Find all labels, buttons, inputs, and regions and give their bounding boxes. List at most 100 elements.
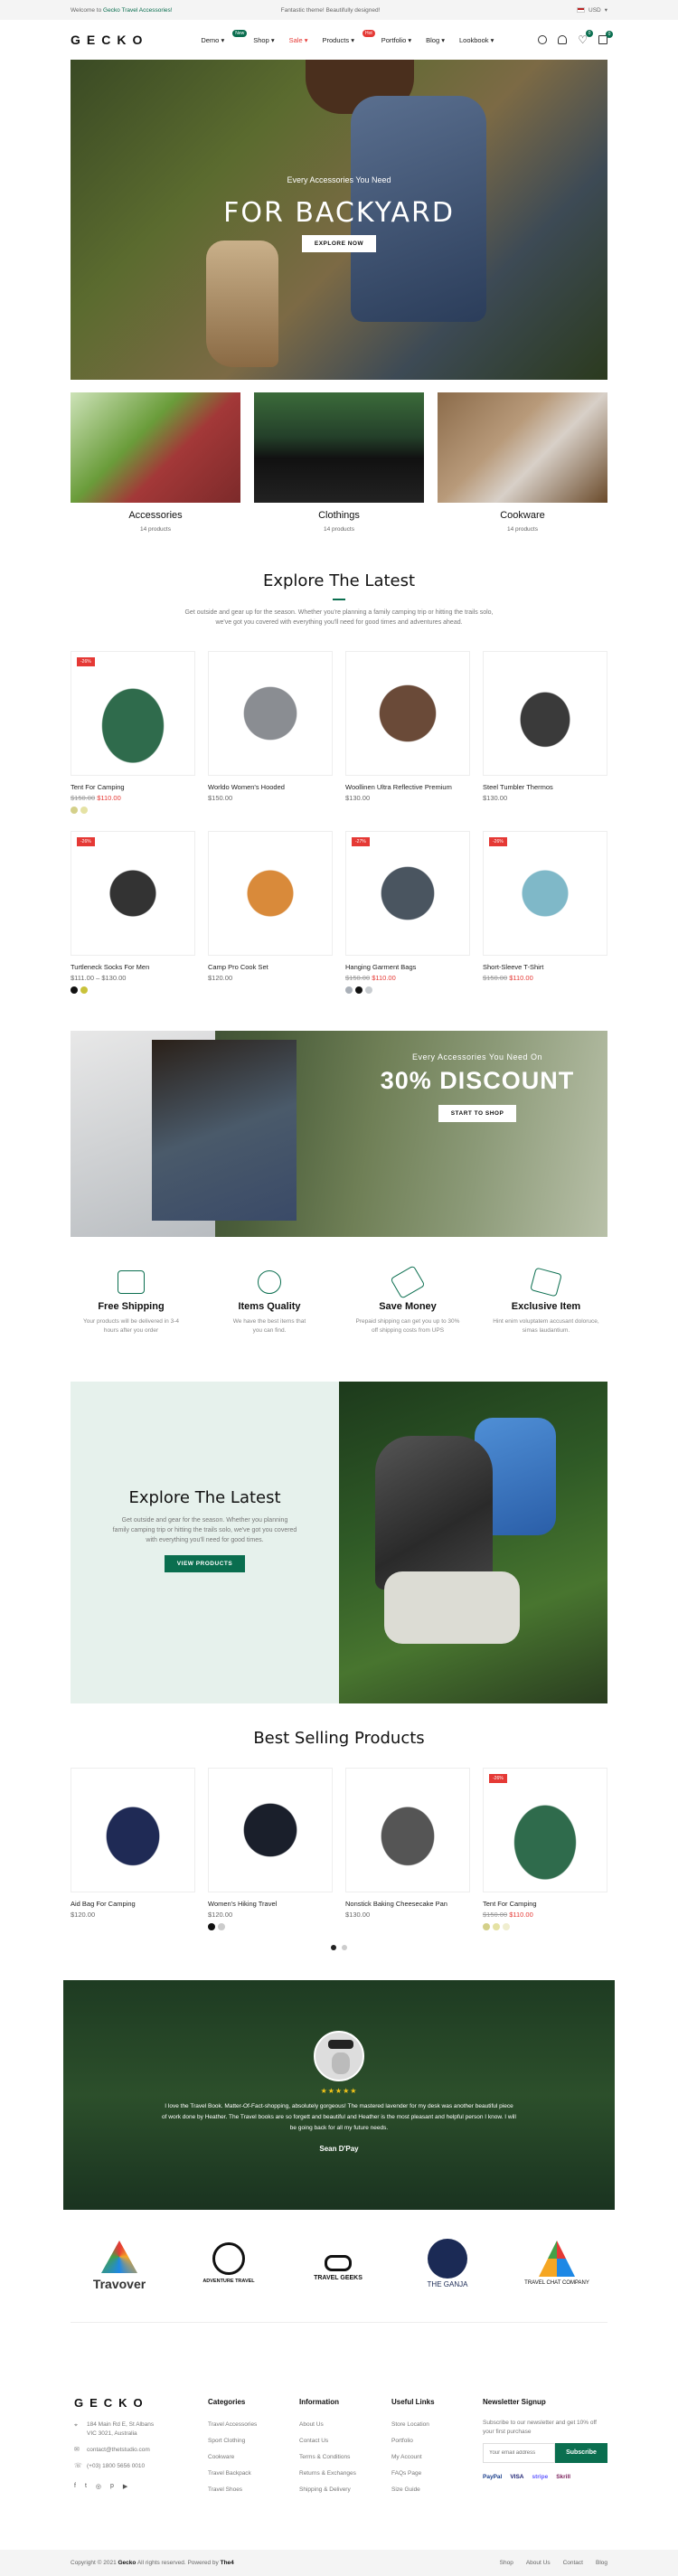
color-swatch[interactable] [71,807,78,814]
user-icon[interactable] [558,35,568,44]
facebook-icon[interactable]: f [74,2483,76,2490]
search-icon[interactable] [538,35,548,44]
product-image[interactable] [208,651,333,776]
instagram-icon[interactable]: ◎ [96,2483,101,2490]
sale-badge: -26% [77,837,95,846]
start-to-shop-button[interactable]: START TO SHOP [438,1105,517,1122]
product-image[interactable]: -27% [345,831,470,956]
footer-link[interactable]: Travel Shoes [208,2486,242,2493]
footer-phone[interactable]: (+03) 1800 5656 0010 [87,2463,145,2469]
footer-link[interactable]: Contact Us [299,2438,328,2444]
footer-link[interactable]: About Us [299,2421,324,2428]
footer-link[interactable]: Returns & Exchanges [299,2470,356,2477]
product-image[interactable] [345,651,470,776]
nav-item-products[interactable]: Products ▾Hot [323,29,375,44]
feature-items-quality: Items Quality We have the best items that… [202,1270,337,1335]
product-name[interactable]: Women's Hiking Travel [208,1900,333,1908]
product-image[interactable]: -26% [71,831,195,956]
nav-item-lookbook[interactable]: Lookbook ▾ [459,36,494,44]
product-name[interactable]: Short-Sleeve T-Shirt [483,963,607,971]
newsletter-email-input[interactable] [483,2443,555,2463]
brand-logo-the-ganja[interactable]: THE GANJA [402,2239,493,2302]
nav-item-shop[interactable]: Shop ▾ [253,36,274,44]
product-name[interactable]: Camp Pro Cook Set [208,963,333,971]
footer-nav-shop[interactable]: Shop [500,2560,513,2566]
footer-logo[interactable]: GECKO [74,2396,149,2410]
nav-item-sale[interactable]: Sale ▾ [289,36,308,44]
brand-logo-travover[interactable]: Travover [74,2239,165,2302]
footer-email[interactable]: contact@thetstudio.com [87,2447,150,2453]
quality-icon [258,1270,281,1294]
subscribe-button[interactable]: Subscribe [555,2443,607,2463]
product-image[interactable]: -26% [483,1768,607,1892]
color-swatch[interactable] [365,986,372,994]
product-image[interactable]: -26% [71,651,195,776]
category-image-accessories[interactable] [71,392,240,503]
product-name[interactable]: Hanging Garment Bags [345,963,470,971]
brand-logo-travel-chat-company[interactable]: TRAVEL CHAT COMPANY [512,2239,602,2302]
product-image[interactable] [483,651,607,776]
product-image[interactable] [208,1768,333,1892]
footer-link[interactable]: Portfolio [391,2438,413,2444]
footer-nav-about[interactable]: About Us [526,2560,551,2566]
color-swatch[interactable] [483,1923,490,1930]
nav-item-demo[interactable]: Demo ▾New [201,29,248,44]
product-name[interactable]: Tent For Camping [71,783,195,791]
brand-logo-adventure-travel[interactable]: ADVENTURE TRAVEL [184,2239,274,2302]
color-swatch[interactable] [80,986,88,994]
color-swatch[interactable] [355,986,363,994]
footer-link[interactable]: FAQs Page [391,2470,421,2477]
footer-link[interactable]: Store Location [391,2421,429,2428]
header: GECKO Demo ▾New Shop ▾ Sale ▾ Products ▾… [0,20,678,60]
currency-select[interactable]: USD ▾ [577,6,607,14]
color-swatch[interactable] [218,1923,225,1930]
carousel-dot-active[interactable] [331,1945,336,1950]
product-name[interactable]: Nonstick Baking Cheesecake Pan [345,1900,470,1908]
product-name[interactable]: Tent For Camping [483,1900,607,1908]
product-image[interactable] [71,1768,195,1892]
color-swatch[interactable] [503,1923,510,1930]
footer-nav-contact[interactable]: Contact [563,2560,583,2566]
color-swatch[interactable] [493,1923,500,1930]
carousel-dot[interactable] [342,1945,347,1950]
product-image[interactable] [208,831,333,956]
youtube-icon[interactable]: ▶ [123,2483,127,2490]
testimonial-text: be going back for all my future needs. [289,2125,389,2131]
product-image[interactable] [345,1768,470,1892]
category-name[interactable]: Clothings [254,510,424,521]
nav-item-portfolio[interactable]: Portfolio ▾ [381,36,411,44]
footer-link[interactable]: Terms & Conditions [299,2454,350,2460]
view-products-button[interactable]: VIEW PRODUCTS [164,1555,246,1572]
category-name[interactable]: Cookware [438,510,607,521]
logo[interactable]: GECKO [71,33,148,47]
product-name[interactable]: Steel Tumbler Thermos [483,783,607,791]
footer-link[interactable]: Travel Backpack [208,2470,251,2477]
color-swatch[interactable] [208,1923,215,1930]
footer-link[interactable]: Sport Clothing [208,2438,245,2444]
color-swatch[interactable] [80,807,88,814]
cart-icon[interactable]: 0 [598,31,613,44]
category-image-cookware[interactable] [438,392,607,503]
footer-link[interactable]: Travel Accessories [208,2421,257,2428]
color-swatch[interactable] [71,986,78,994]
color-swatch[interactable] [345,986,353,994]
footer-link[interactable]: Cookware [208,2454,234,2460]
footer-link[interactable]: Size Guide [391,2486,420,2493]
footer-link[interactable]: My Account [391,2454,422,2460]
pinterest-icon[interactable]: p [110,2483,114,2490]
footer-link[interactable]: Shipping & Delivery [299,2486,351,2493]
twitter-icon[interactable]: t [85,2483,87,2490]
product-name[interactable]: Woollinen Ultra Reflective Premium [345,783,470,791]
product-name[interactable]: Turtleneck Socks For Men [71,963,195,971]
explore-now-button[interactable]: EXPLORE NOW [301,235,377,252]
product-name[interactable]: Aid Bag For Camping [71,1900,195,1908]
category-name[interactable]: Accessories [71,510,240,521]
footer-nav-blog[interactable]: Blog [596,2560,607,2566]
product-image[interactable]: -26% [483,831,607,956]
product-name[interactable]: Worldo Women's Hooded [208,783,333,791]
category-count: 14 products [140,526,171,533]
category-image-clothings[interactable] [254,392,424,503]
nav-item-blog[interactable]: Blog ▾ [426,36,445,44]
wishlist-icon[interactable]: ♡ 0 [578,30,593,46]
brand-logo-travel-geeks[interactable]: TRAVEL GEEKS [293,2239,383,2302]
